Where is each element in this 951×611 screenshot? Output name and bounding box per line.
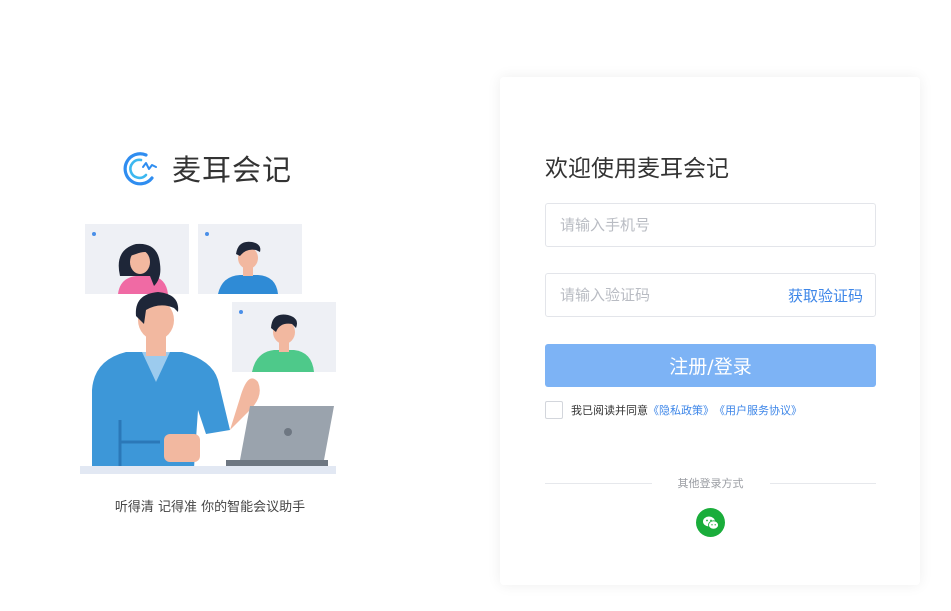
agreement-text: 我已阅读并同意 (571, 404, 648, 417)
login-page: 麦耳会记 听得清 记得准 你的智能会议助手 欢迎使用麦耳会记 请输入手机号 请输… (0, 0, 951, 611)
divider-line-right (769, 482, 876, 484)
brand-header: 麦耳会记 (116, 146, 292, 190)
get-code-button[interactable]: 获取验证码 (788, 285, 875, 306)
divider-line-left (545, 482, 652, 484)
verification-code-input[interactable] (546, 274, 788, 316)
other-login-label: 其他登录方式 (677, 477, 744, 490)
verification-code-field: 获取验证码 (545, 273, 876, 317)
phone-field (545, 203, 876, 247)
wechat-icon (702, 516, 719, 530)
terms-of-service-link[interactable]: 《用户服务协议》 (714, 402, 802, 418)
video-meeting-illustration (80, 224, 336, 474)
login-card: 欢迎使用麦耳会记 获取验证码 注册/登录 我已阅读并同意 《隐私政策》 《用户服… (500, 77, 920, 585)
agreement-row: 我已阅读并同意 《隐私政策》 《用户服务协议》 (545, 401, 802, 419)
wechat-login-button[interactable] (696, 508, 725, 537)
privacy-policy-link[interactable]: 《隐私政策》 (648, 402, 714, 418)
register-login-button[interactable]: 注册/登录 (545, 344, 876, 387)
app-name: 麦耳会记 (172, 153, 293, 187)
other-login-divider: 其他登录方式 (545, 475, 876, 491)
phone-input[interactable] (546, 204, 875, 246)
agreement-checkbox[interactable] (545, 401, 563, 419)
app-logo-icon (123, 152, 157, 186)
brand-tagline: 听得清 记得准 你的智能会议助手 (114, 500, 306, 515)
login-title: 欢迎使用麦耳会记 (545, 156, 729, 182)
